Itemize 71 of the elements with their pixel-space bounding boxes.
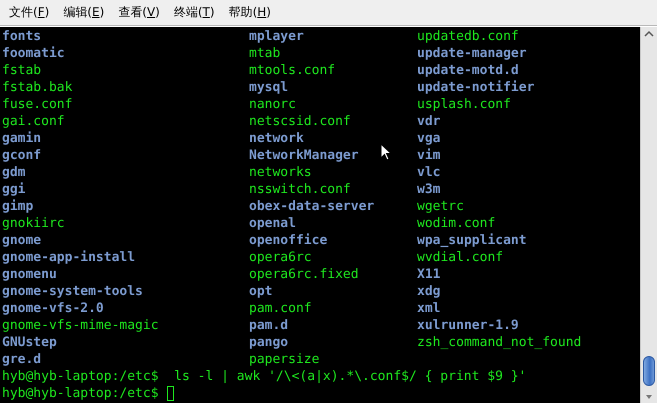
file-name: fstab.bak [2,79,72,96]
directory-name: foomatic [2,45,65,62]
scrollbar[interactable] [640,27,657,403]
file-name: wodim.conf [417,215,496,232]
directory-name: update-motd.d [417,62,519,79]
directory-name: X11 [417,266,440,283]
directory-name: xdg [417,283,440,300]
directory-name: gimp [2,198,34,215]
directory-name: opt [249,283,272,300]
directory-name: pango [249,334,288,351]
file-name: opera6rc.fixed [249,266,359,283]
directory-name: wpa_supplicant [417,232,527,249]
mouse-pointer-icon [380,143,392,161]
file-name: zsh_command_not_found [417,334,582,351]
file-name: mtab [249,45,280,62]
menu-item[interactable]: 终端(T) [166,2,222,23]
file-name: gnokiirc [2,215,65,232]
file-name: usplash.conf [417,96,511,113]
directory-name: obex-data-server [249,198,374,215]
directory-name: update-manager [417,45,527,62]
directory-name: xml [417,300,440,317]
directory-name: gdm [2,164,26,181]
scroll-thumb[interactable] [643,356,655,386]
file-name: papersize [249,351,320,368]
directory-name: gconf [2,147,42,164]
directory-name: GNUstep [2,334,57,351]
file-name: nsswitch.conf [249,181,351,198]
file-name: wgetrc [417,198,464,215]
directory-name: NetworkManager [249,147,359,164]
file-name: updatedb.conf [417,28,519,45]
directory-name: mplayer [249,28,304,45]
scroll-up-icon[interactable] [644,30,654,37]
menu-item[interactable]: 编辑(E) [56,2,112,23]
directory-name: gre.d [2,351,42,368]
directory-name: gnome-app-install [2,249,136,266]
command-line: hyb@hyb-laptop:/etc$ [2,385,159,402]
file-name: wvdial.conf [417,249,504,266]
directory-name: gamin [2,130,42,147]
file-name: opera6rc [249,249,312,266]
directory-name: gnome [2,232,42,249]
file-name: netscsid.conf [249,113,351,130]
directory-name: network [249,130,304,147]
directory-name: pam.d [249,317,288,334]
file-name: pam.conf [249,300,312,317]
directory-name: mysql [249,79,288,96]
file-name: fstab [2,62,42,79]
menu-item[interactable]: 帮助(H) [222,2,278,23]
directory-name: gnome-vfs-2.0 [2,300,104,317]
directory-name: vga [417,130,440,147]
directory-name: update-notifier [417,79,534,96]
file-name: networks [249,164,312,181]
directory-name: vdr [417,113,440,130]
directory-name: openoffice [249,232,328,249]
directory-name: ggi [2,181,26,198]
directory-name: gnome-system-tools [2,283,143,300]
directory-name: w3m [417,181,440,198]
menu-item[interactable]: 文件(F) [2,2,56,23]
command-line: hyb@hyb-laptop:/etc$ ls -l | awk '/\<(a|x).*\.conf$/ { print $9 }' [2,368,526,385]
file-name: gai.conf [2,113,65,130]
file-name: nanorc [249,96,296,113]
file-name: fuse.conf [2,96,72,113]
file-name: gnome-vfs-mime-magic [2,317,159,334]
scroll-down-icon[interactable] [644,393,654,400]
directory-name: fonts [2,28,42,45]
directory-name: gnomenu [2,266,57,283]
file-name: mtools.conf [249,62,336,79]
menu-item[interactable]: 查看(V) [111,2,167,23]
directory-name: xulrunner-1.9 [417,317,519,334]
directory-name: vlc [417,164,440,181]
directory-name: openal [249,215,296,232]
directory-name: vim [417,147,440,164]
